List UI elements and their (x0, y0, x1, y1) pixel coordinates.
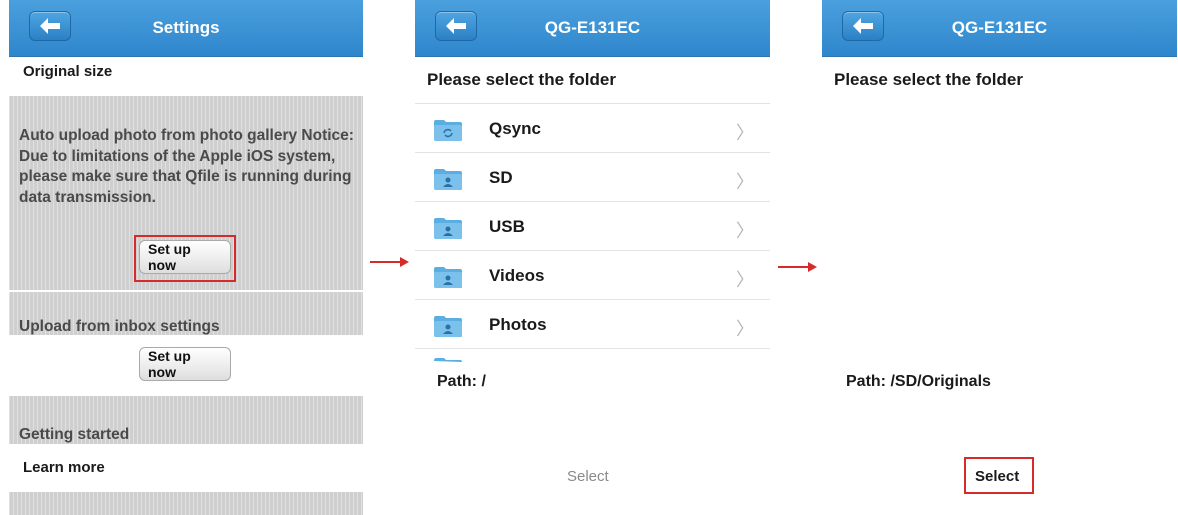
chevron-right-icon: 〉 (736, 319, 754, 339)
navigation-bar: QG-E131EC (415, 0, 770, 57)
inbox-settings-heading: Upload from inbox settings (19, 318, 220, 335)
folder-select-screen: QG-E131EC Please select the folder Qsync… (415, 0, 770, 515)
navigation-bar: Settings (9, 0, 363, 57)
chevron-right-icon: 〉 (736, 123, 754, 143)
settings-screen: Settings Original size Auto upload photo… (9, 0, 363, 515)
path-label: Path: / (437, 373, 486, 390)
getting-started-heading: Getting started (19, 426, 130, 443)
highlight-box (134, 235, 236, 282)
shared-folder-icon (434, 169, 462, 190)
folder-row-sd[interactable]: SD 〉 (415, 153, 770, 202)
page-title: QG-E131EC (544, 18, 641, 37)
navigation-bar: QG-E131EC (822, 0, 1177, 57)
chevron-right-icon: 〉 (736, 270, 754, 290)
shared-folder-icon (434, 218, 462, 239)
qsync-folder-icon (434, 120, 462, 141)
chevron-right-icon: 〉 (736, 172, 754, 192)
folder-row-videos[interactable]: Videos 〉 (415, 251, 770, 300)
folder-label: Photos (489, 315, 547, 334)
original-size-label[interactable]: Original size (23, 63, 112, 80)
inbox-set-up-now-button[interactable]: Set up now (139, 347, 231, 381)
shared-folder-icon (434, 267, 462, 288)
folder-label: USB (489, 217, 525, 236)
page-title: QG-E131EC (951, 18, 1048, 37)
folder-selected-screen: QG-E131EC Please select the folder Path:… (822, 0, 1177, 515)
auto-upload-notice: Auto upload photo from photo gallery Not… (19, 127, 354, 206)
flow-arrow-icon (370, 257, 409, 267)
highlight-box (964, 457, 1034, 494)
select-folder-heading: Please select the folder (427, 70, 616, 89)
select-button-disabled[interactable]: Select (567, 468, 609, 485)
folder-label: Qsync (489, 119, 541, 138)
flow-arrow-icon (778, 262, 817, 272)
learn-more-link[interactable]: Learn more (23, 459, 105, 476)
folder-label: Videos (489, 266, 545, 285)
chevron-right-icon: 〉 (736, 221, 754, 241)
page-title: Settings (152, 18, 220, 37)
folder-row-photos[interactable]: Photos 〉 (415, 300, 770, 349)
bottom-gray-section (9, 492, 363, 515)
folder-row-usb[interactable]: USB 〉 (415, 202, 770, 251)
shared-folder-icon (434, 316, 462, 337)
path-label: Path: /SD/Originals (846, 373, 991, 390)
folder-row-qsync[interactable]: Qsync 〉 (415, 104, 770, 153)
folder-label: SD (489, 168, 513, 187)
select-folder-heading: Please select the folder (834, 70, 1023, 89)
